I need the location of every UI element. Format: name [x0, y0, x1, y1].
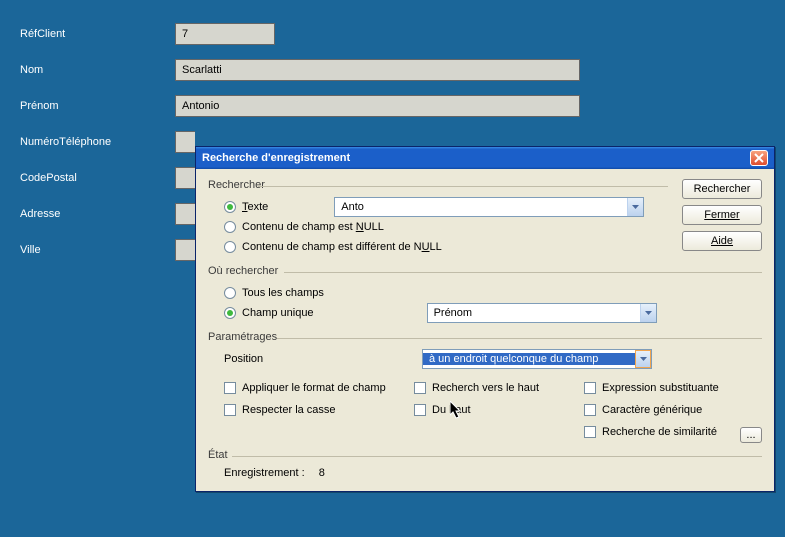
radio-notnull[interactable]	[224, 241, 236, 253]
check-vers-haut[interactable]	[414, 382, 426, 394]
group-etat-label: État	[208, 449, 762, 461]
search-dialog: Recherche d'enregistrement Rechercher Fe…	[195, 146, 775, 492]
group-rechercher-label: Rechercher	[208, 179, 668, 191]
check-du-haut-label: Du haut	[432, 404, 471, 416]
dropdown-icon	[640, 304, 656, 322]
group-ou-label: Où rechercher	[208, 265, 762, 277]
dialog-titlebar[interactable]: Recherche d'enregistrement	[196, 147, 774, 169]
input-prenom[interactable]	[175, 95, 580, 117]
label-refclient: RéfClient	[0, 28, 175, 40]
label-telephone: NuméroTéléphone	[0, 136, 175, 148]
input-adresse[interactable]	[175, 203, 195, 225]
input-telephone[interactable]	[175, 131, 195, 153]
check-similarite-label: Recherche de similarité	[602, 426, 717, 438]
label-ville: Ville	[0, 244, 175, 256]
radio-notnull-label: Contenu de champ est différent de NULL	[242, 241, 442, 253]
input-codepostal[interactable]	[175, 167, 195, 189]
dropdown-icon	[635, 350, 651, 368]
label-prenom: Prénom	[0, 100, 175, 112]
position-label: Position	[224, 353, 414, 365]
radio-tous-champs[interactable]	[224, 287, 236, 299]
input-nom[interactable]	[175, 59, 580, 81]
etat-record-value: 8	[319, 467, 325, 479]
radio-null-label: Contenu de champ est NULL	[242, 221, 384, 233]
check-format[interactable]	[224, 382, 236, 394]
radio-texte-label: Texte	[242, 201, 268, 213]
check-similarite[interactable]	[584, 426, 596, 438]
check-casse[interactable]	[224, 404, 236, 416]
check-vers-haut-label: Recherch vers le haut	[432, 382, 539, 394]
label-codepostal: CodePostal	[0, 172, 175, 184]
search-text-combo[interactable]: Anto	[334, 197, 644, 217]
close-dialog-button[interactable]: Fermer	[682, 205, 762, 225]
radio-null[interactable]	[224, 221, 236, 233]
search-button[interactable]: Rechercher	[682, 179, 762, 199]
field-combo[interactable]: Prénom	[427, 303, 657, 323]
check-du-haut[interactable]	[414, 404, 426, 416]
close-button[interactable]	[750, 150, 768, 166]
check-casse-label: Respecter la casse	[242, 404, 336, 416]
radio-tous-label: Tous les champs	[242, 287, 324, 299]
radio-champ-unique[interactable]	[224, 307, 236, 319]
etat-record-label: Enregistrement :	[224, 467, 305, 479]
label-adresse: Adresse	[0, 208, 175, 220]
search-text-value: Anto	[335, 201, 627, 213]
group-param-label: Paramétrages	[208, 331, 762, 343]
input-ville[interactable]	[175, 239, 195, 261]
field-combo-value: Prénom	[428, 307, 640, 319]
more-options-button[interactable]: ...	[740, 427, 762, 443]
dropdown-icon	[627, 198, 643, 216]
check-format-label: Appliquer le format de champ	[242, 382, 386, 394]
check-expression-label: Expression substituante	[602, 382, 719, 394]
position-combo-value: à un endroit quelconque du champ	[423, 353, 635, 365]
check-generique-label: Caractère générique	[602, 404, 702, 416]
dialog-title: Recherche d'enregistrement	[202, 152, 350, 164]
input-refclient[interactable]	[175, 23, 275, 45]
position-combo[interactable]: à un endroit quelconque du champ	[422, 349, 652, 369]
label-nom: Nom	[0, 64, 175, 76]
radio-texte[interactable]	[224, 201, 236, 213]
close-icon	[754, 153, 764, 163]
help-button[interactable]: Aide	[682, 231, 762, 251]
radio-unique-label: Champ unique	[242, 307, 314, 319]
check-generique[interactable]	[584, 404, 596, 416]
check-expression[interactable]	[584, 382, 596, 394]
